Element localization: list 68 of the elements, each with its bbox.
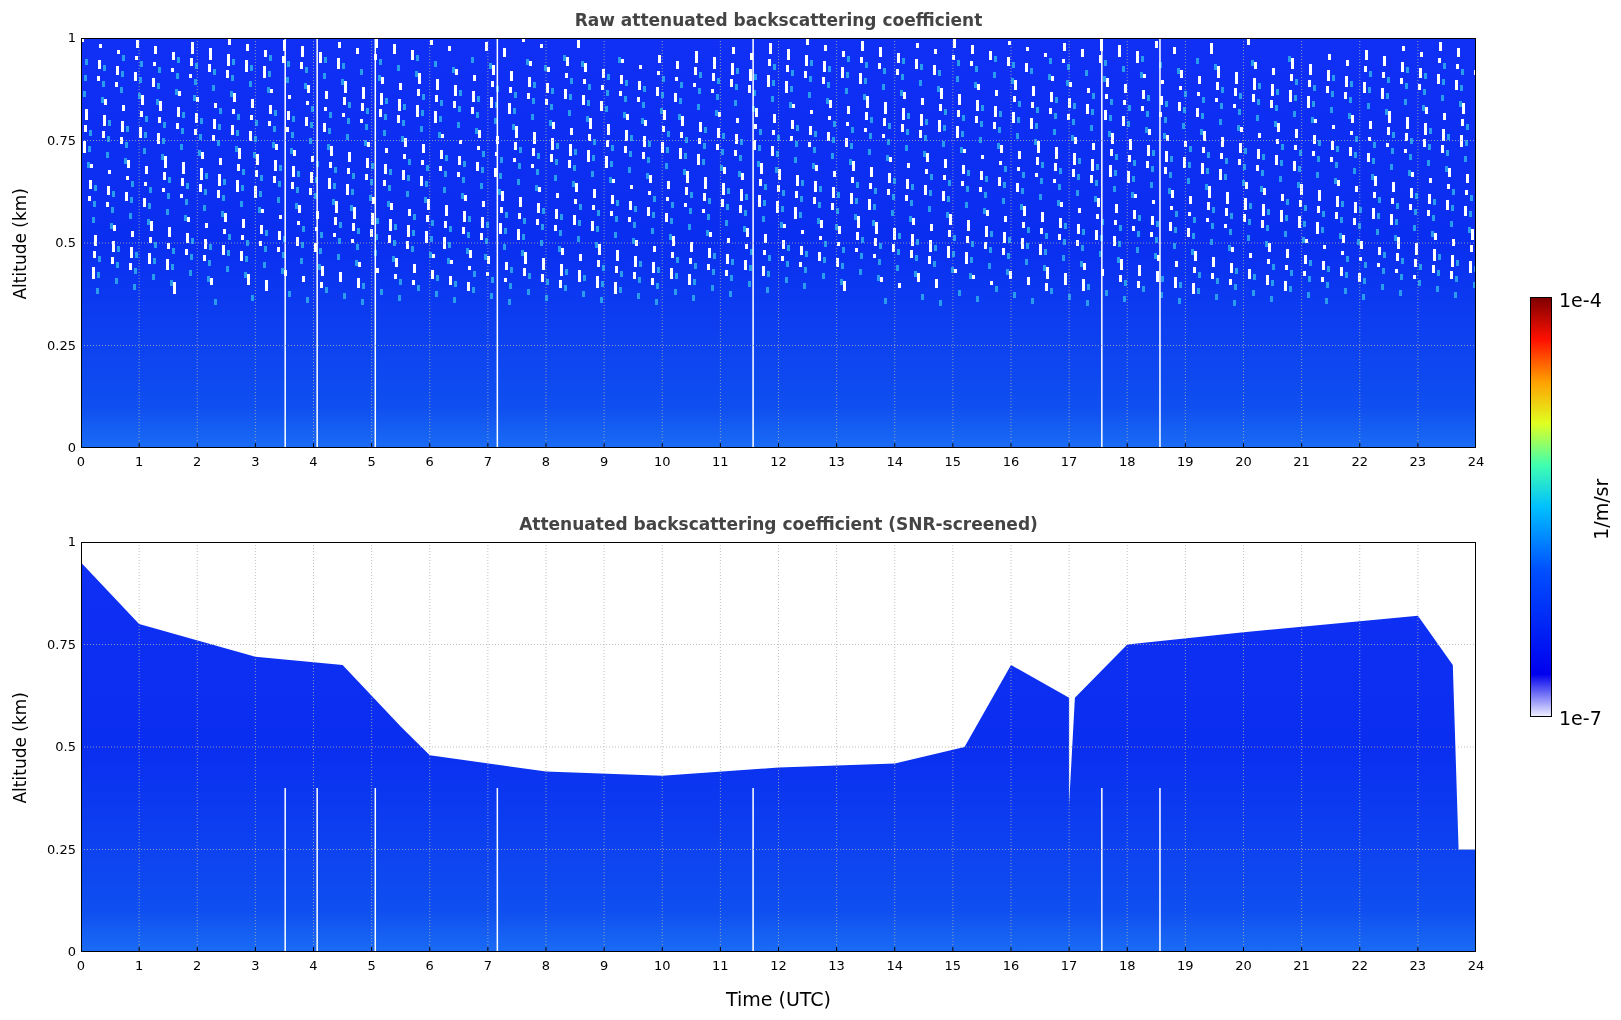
tick-label: 10 [654, 453, 671, 471]
tick-label: 18 [1119, 453, 1136, 471]
tick-label: 24 [1467, 453, 1485, 471]
tick-label: 0.75 [47, 131, 76, 150]
tick-label: 16 [1002, 957, 1020, 975]
tick-label: 12 [770, 453, 787, 471]
tick-label: 13 [828, 957, 845, 975]
tick-label: 9 [600, 957, 609, 975]
tick-label: 0 [67, 439, 76, 458]
tick-label: 0.25 [47, 336, 76, 355]
tick-label: 8 [541, 957, 551, 975]
tick-label: 14 [886, 957, 903, 975]
colorbar-label: 1e-4 [1559, 288, 1602, 313]
tick-label: 7 [483, 453, 492, 471]
tick-label: 22 [1351, 453, 1368, 471]
tick-label: 23 [1409, 957, 1427, 975]
tick-label: 16 [1002, 453, 1020, 471]
tick-label: 5 [367, 453, 376, 471]
tick-label: 7 [483, 957, 492, 975]
tick-label: 1 [67, 533, 76, 552]
tick-label: 11 [712, 453, 729, 471]
tick-label: 0 [76, 453, 86, 471]
tick-label: 21 [1293, 453, 1310, 471]
tick-label: 9 [600, 453, 609, 471]
tick-label: 11 [712, 957, 729, 975]
tick-label: 6 [425, 453, 434, 471]
tick-label: 19 [1177, 453, 1194, 471]
tick-label: 4 [309, 453, 318, 471]
tick-label: 12 [770, 957, 787, 975]
tick-label: 15 [944, 957, 962, 975]
chart-title: Raw attenuated backscattering coefficient [574, 9, 983, 32]
tick-label: 22 [1351, 957, 1368, 975]
chart-title: Attenuated backscattering coefficient (SNR-screened) [519, 513, 1038, 536]
tick-label: 13 [828, 453, 845, 471]
axis-label: Altitude (km) [9, 188, 31, 300]
tick-label: 5 [367, 957, 376, 975]
tick-label: 2 [193, 453, 202, 471]
tick-label: 8 [541, 453, 551, 471]
tick-label: 14 [886, 453, 903, 471]
colorbar-label: 1e-7 [1559, 706, 1602, 731]
tick-label: 0.75 [47, 635, 76, 654]
tick-label: 4 [309, 957, 318, 975]
tick-label: 24 [1467, 957, 1485, 975]
tick-label: 0.25 [47, 840, 76, 859]
tick-label: 17 [1060, 957, 1078, 975]
tick-label: 10 [654, 957, 671, 975]
tick-label: 1 [67, 29, 76, 48]
tick-label: 15 [944, 453, 962, 471]
tick-label: 1 [135, 957, 144, 975]
tick-label: 23 [1409, 453, 1427, 471]
tick-label: 1 [135, 453, 144, 471]
tick-label: 0.5 [55, 234, 76, 253]
tick-label: 18 [1119, 957, 1136, 975]
tick-label: 0 [76, 957, 86, 975]
tick-label: 0.5 [55, 738, 76, 757]
axis-label: Altitude (km) [9, 692, 31, 804]
tick-label: 6 [425, 957, 434, 975]
tick-label: 17 [1060, 453, 1078, 471]
tick-label: 3 [251, 453, 260, 471]
tick-label: 2 [193, 957, 202, 975]
tick-label: 0 [67, 943, 76, 962]
tick-label: 20 [1235, 957, 1252, 975]
tick-label: 20 [1235, 453, 1252, 471]
tick-label: 21 [1293, 957, 1310, 975]
axis-label: Time (UTC) [726, 987, 831, 1012]
tick-label: 19 [1177, 957, 1194, 975]
colorbar-title: 1/m/sr [1589, 478, 1614, 540]
tick-label: 3 [251, 957, 260, 975]
